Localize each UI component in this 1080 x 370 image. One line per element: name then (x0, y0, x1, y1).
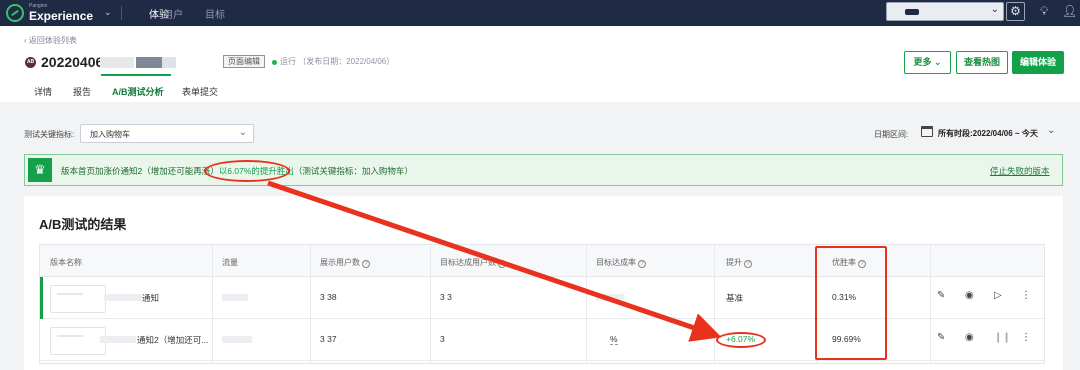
annotation-arrow (267, 180, 722, 342)
